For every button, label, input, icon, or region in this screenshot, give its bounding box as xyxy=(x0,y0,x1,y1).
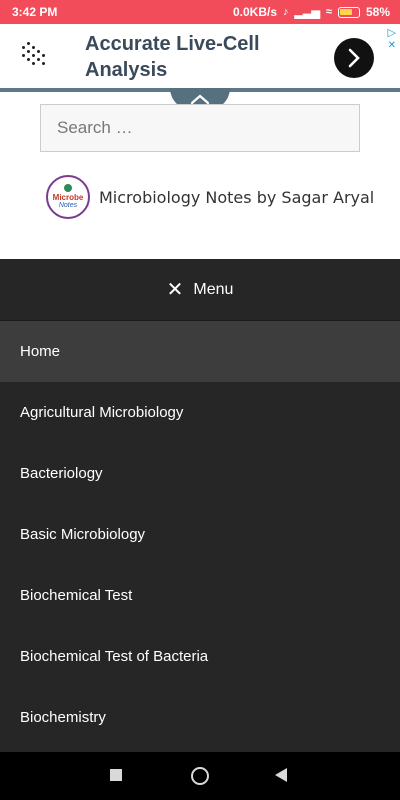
battery-icon xyxy=(337,6,360,18)
android-nav-bar xyxy=(0,752,400,800)
menu-label: Menu xyxy=(193,280,234,298)
site-title[interactable]: Microbiology Notes by Sagar Aryal xyxy=(99,188,374,207)
logo-text-microbe: Microbe xyxy=(52,193,84,202)
site-brand[interactable]: Microbe Notes Microbiology Notes by Saga… xyxy=(46,175,374,219)
close-icon[interactable]: ✕ xyxy=(167,280,184,300)
menu-item-agricultural-microbiology[interactable]: Agricultural Microbiology xyxy=(0,382,400,443)
mute-icon: ♪ xyxy=(283,6,289,18)
chevron-right-icon xyxy=(348,48,360,68)
recents-button[interactable] xyxy=(110,769,122,781)
status-bar: 3:42 PM 0.0KB/s ♪ ▂▃▅ ≈ 58% xyxy=(0,0,400,24)
status-right: 0.0KB/s ♪ ▂▃▅ ≈ 58% xyxy=(233,5,390,19)
logo-globe-icon xyxy=(64,184,72,192)
home-button[interactable] xyxy=(191,767,209,785)
signal-icon: ▂▃▅ xyxy=(294,6,320,19)
network-speed: 0.0KB/s xyxy=(233,5,278,19)
ad-close-icon[interactable]: ✕ xyxy=(388,40,396,51)
menu-item-basic-microbiology[interactable]: Basic Microbiology xyxy=(0,504,400,565)
ad-logo-icon xyxy=(22,42,52,68)
back-button[interactable] xyxy=(275,768,287,782)
menu-item-biochemical-test[interactable]: Biochemical Test xyxy=(0,565,400,626)
menu-item-bacteriology[interactable]: Bacteriology xyxy=(0,443,400,504)
ad-banner[interactable]: Accurate Live-Cell Analysis ▷ ✕ xyxy=(0,24,400,89)
navigation-menu: ✕ Menu Home Agricultural Microbiology Ba… xyxy=(0,259,400,752)
ad-open-button[interactable] xyxy=(334,38,374,78)
menu-toggle-button[interactable]: ✕ Menu xyxy=(0,259,400,321)
battery-percent: 58% xyxy=(365,5,390,19)
status-time: 3:42 PM xyxy=(12,5,58,19)
menu-item-home[interactable]: Home xyxy=(0,321,400,382)
ad-headline[interactable]: Accurate Live-Cell Analysis xyxy=(85,31,315,83)
search-input[interactable] xyxy=(41,105,359,151)
wifi-icon: ≈ xyxy=(325,6,332,18)
site-logo[interactable]: Microbe Notes xyxy=(46,175,90,219)
menu-item-biochemistry[interactable]: Biochemistry xyxy=(0,687,400,748)
search-box[interactable] xyxy=(40,104,360,152)
logo-text-notes: Notes xyxy=(58,202,78,209)
adchoices-icon[interactable]: ▷ xyxy=(388,26,396,39)
menu-item-biochemical-test-of-bacteria[interactable]: Biochemical Test of Bacteria xyxy=(0,626,400,687)
